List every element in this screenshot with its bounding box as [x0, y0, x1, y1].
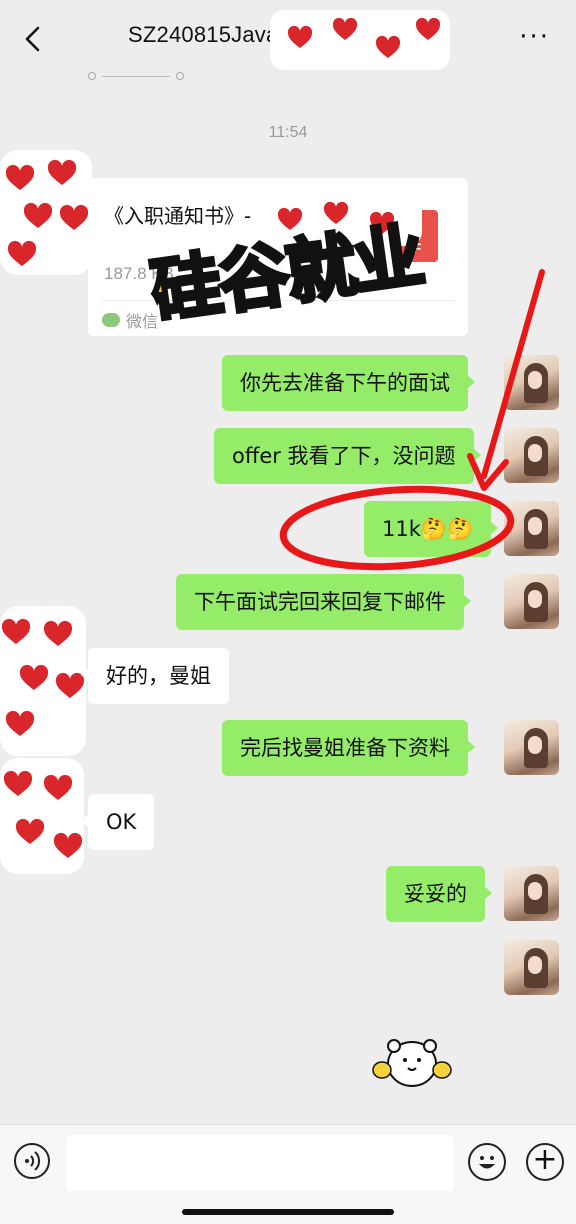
emoji-icon[interactable] [468, 1143, 506, 1181]
message-input[interactable] [66, 1135, 454, 1191]
chat-title: SZ240815Java [128, 22, 279, 47]
message-bubble-outgoing[interactable]: 完后找曼姐准备下资料 [222, 720, 475, 776]
more-icon[interactable]: ··· [519, 22, 550, 52]
heart-scribble-sender-1 [0, 606, 86, 756]
chevron-left-icon[interactable] [18, 24, 48, 54]
message-bubble-incoming[interactable]: 好的，曼姐 [81, 648, 229, 704]
divider [102, 75, 170, 77]
message-bubble-outgoing[interactable]: 妥妥的 [386, 866, 492, 922]
avatar[interactable] [504, 720, 559, 775]
message-bubble-outgoing[interactable]: 下午面试完回来回复下邮件 [176, 574, 471, 630]
dot-icon [88, 72, 96, 80]
dot-icon [176, 72, 184, 80]
voice-icon[interactable] [14, 1143, 50, 1179]
avatar[interactable] [504, 866, 559, 921]
avatar[interactable] [504, 940, 559, 995]
wechat-icon [102, 313, 120, 327]
plus-icon[interactable]: + [526, 1143, 564, 1181]
heart-scribble-sender-2 [0, 758, 84, 874]
bear-sticker[interactable] [372, 1034, 452, 1092]
file-source: 微信 [102, 308, 158, 332]
message-bubble-incoming[interactable]: OK [80, 794, 155, 850]
heart-scribble-title [270, 10, 450, 70]
file-source-label: 微信 [126, 312, 159, 331]
heart-scribble-file-avatar [0, 150, 92, 275]
avatar[interactable] [504, 574, 559, 629]
timestamp: 11:54 [268, 124, 308, 141]
home-indicator [182, 1209, 394, 1215]
subtitle-bar [88, 70, 184, 82]
